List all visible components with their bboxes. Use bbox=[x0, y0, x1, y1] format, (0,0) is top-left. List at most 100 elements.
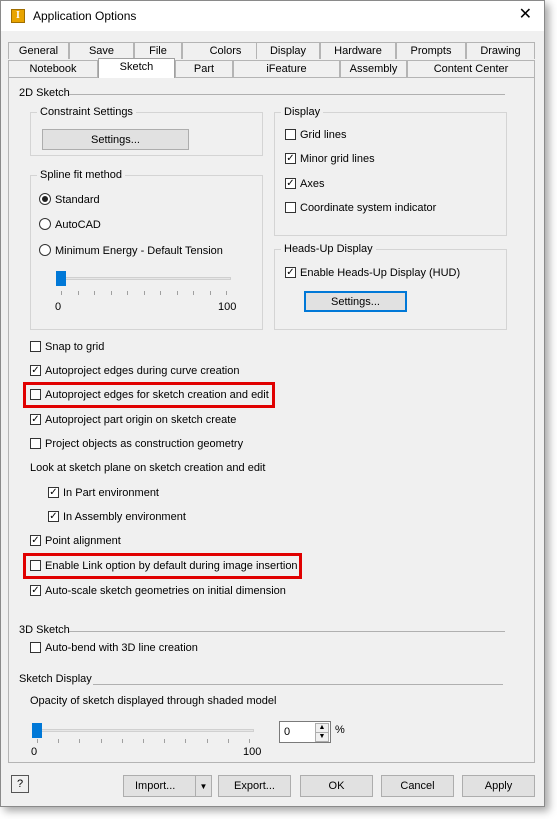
opacity-slider-track[interactable] bbox=[32, 729, 254, 732]
checkbox-icon: ✓ bbox=[30, 534, 41, 546]
look-at-label: Look at sketch plane on sketch creation … bbox=[30, 462, 266, 474]
cancel-button[interactable]: Cancel bbox=[381, 775, 454, 797]
section-3d-sketch: 3D Sketch bbox=[19, 624, 70, 636]
checkbox-label: Axes bbox=[300, 178, 325, 190]
tab-sketch[interactable]: Sketch bbox=[98, 58, 175, 78]
checkbox-point-alignment[interactable]: ✓ Point alignment bbox=[30, 534, 121, 549]
slider-tick bbox=[77, 291, 79, 295]
checkbox-icon: ✓ bbox=[48, 510, 59, 522]
title-bar: I Application Options ✕ bbox=[1, 1, 544, 31]
opacity-value[interactable]: 0 bbox=[284, 726, 290, 738]
checkbox-enable-hud[interactable]: ✓ Enable Heads-Up Display (HUD) bbox=[285, 266, 461, 281]
close-icon[interactable]: ✕ bbox=[519, 6, 532, 24]
checkbox-label: Auto-bend with 3D line creation bbox=[45, 642, 198, 654]
tab-save[interactable]: Save bbox=[69, 42, 134, 59]
checkbox-label: Enable Heads-Up Display (HUD) bbox=[300, 267, 461, 279]
help-icon[interactable]: ? bbox=[11, 775, 29, 793]
constraint-settings-button[interactable]: Settings... bbox=[42, 129, 189, 150]
slider-tick bbox=[176, 291, 178, 295]
checkbox-icon bbox=[285, 201, 296, 213]
tab-part[interactable]: Part bbox=[175, 60, 233, 77]
checkbox-icon bbox=[30, 388, 41, 400]
heads-up-display-title: Heads-Up Display bbox=[281, 243, 376, 255]
checkbox-in-part-environment[interactable]: ✓ In Part environment bbox=[48, 486, 159, 501]
tab-display[interactable]: Display bbox=[256, 42, 320, 59]
tension-slider-track[interactable] bbox=[56, 277, 231, 280]
slider-tick bbox=[209, 291, 211, 295]
checkbox-icon: ✓ bbox=[30, 364, 41, 376]
checkbox-autoproject-origin[interactable]: ✓ Autoproject part origin on sketch creat… bbox=[30, 413, 237, 428]
checkbox-label: In Part environment bbox=[63, 487, 159, 499]
slider-tick bbox=[121, 739, 123, 743]
checkbox-label: Point alignment bbox=[45, 535, 121, 547]
apply-button[interactable]: Apply bbox=[462, 775, 535, 797]
checkbox-enable-link-option[interactable]: Enable Link option by default during ima… bbox=[30, 559, 298, 574]
checkbox-in-assembly-environment[interactable]: ✓ In Assembly environment bbox=[48, 510, 186, 525]
opacity-slider-thumb[interactable] bbox=[32, 723, 42, 738]
checkbox-label: Coordinate system indicator bbox=[300, 202, 437, 214]
checkbox-label: Autoproject edges for sketch creation an… bbox=[45, 389, 269, 401]
export-button[interactable]: Export... bbox=[218, 775, 291, 797]
slider-tick bbox=[143, 291, 145, 295]
window-title: Application Options bbox=[33, 9, 137, 23]
radio-selected-icon bbox=[39, 193, 51, 206]
radio-standard[interactable]: Standard bbox=[39, 193, 100, 208]
checkbox-snap-to-grid[interactable]: Snap to grid bbox=[30, 340, 104, 355]
checkbox-autoproject-curve[interactable]: ✓ Autoproject edges during curve creation bbox=[30, 364, 239, 379]
slider-tick bbox=[206, 739, 208, 743]
checkbox-auto-scale[interactable]: ✓ Auto-scale sketch geometries on initial… bbox=[30, 584, 286, 599]
tab-notebook[interactable]: Notebook bbox=[8, 60, 98, 77]
import-dropdown-arrow-icon[interactable]: ▼ bbox=[195, 775, 212, 797]
slider-tick bbox=[227, 739, 229, 743]
checkbox-label: Project objects as construction geometry bbox=[45, 438, 244, 450]
tab-hardware[interactable]: Hardware bbox=[320, 42, 396, 59]
checkbox-icon: ✓ bbox=[285, 177, 296, 189]
tension-slider-thumb[interactable] bbox=[56, 271, 66, 286]
slider-tick bbox=[164, 739, 166, 743]
constraint-settings-title: Constraint Settings bbox=[37, 106, 136, 118]
inventor-app-icon: I bbox=[11, 9, 25, 23]
hud-settings-button[interactable]: Settings... bbox=[304, 291, 407, 312]
checkbox-icon bbox=[30, 437, 41, 449]
import-button[interactable]: Import... bbox=[123, 775, 196, 797]
application-options-dialog: I Application Options ✕ General Save Fil… bbox=[0, 0, 545, 807]
checkbox-icon: ✓ bbox=[285, 152, 296, 164]
checkbox-project-construction[interactable]: Project objects as construction geometry bbox=[30, 437, 244, 452]
tab-content-center[interactable]: Content Center bbox=[407, 60, 535, 77]
checkbox-label: Enable Link option by default during ima… bbox=[45, 560, 298, 572]
radio-unselected-icon bbox=[39, 218, 51, 231]
tab-general[interactable]: General bbox=[8, 42, 69, 59]
tab-assembly[interactable]: Assembly bbox=[340, 60, 407, 77]
checkbox-minor-grid-lines[interactable]: ✓ Minor grid lines bbox=[285, 152, 375, 167]
slider-tick bbox=[143, 739, 144, 743]
radio-minimum-energy[interactable]: Minimum Energy - Default Tension bbox=[39, 244, 223, 259]
spin-down-icon[interactable]: ▼ bbox=[315, 732, 329, 742]
slider-tick bbox=[110, 291, 112, 295]
checkbox-label: In Assembly environment bbox=[63, 511, 186, 523]
opacity-spinner[interactable]: 0 ▲ ▼ bbox=[279, 721, 331, 743]
radio-autocad[interactable]: AutoCAD bbox=[39, 218, 101, 233]
checkbox-auto-bend[interactable]: Auto-bend with 3D line creation bbox=[30, 641, 198, 656]
display-group-title: Display bbox=[281, 106, 324, 118]
checkbox-autoproject-sketch-edit[interactable]: Autoproject edges for sketch creation an… bbox=[30, 388, 269, 403]
checkbox-coordinate-system-indicator[interactable]: Coordinate system indicator bbox=[285, 201, 437, 216]
checkbox-label: Autoproject part origin on sketch create bbox=[45, 414, 237, 426]
tab-drawing[interactable]: Drawing bbox=[466, 42, 535, 59]
tab-file[interactable]: File bbox=[134, 42, 182, 59]
tab-prompts[interactable]: Prompts bbox=[396, 42, 466, 59]
tab-ifeature[interactable]: iFeature bbox=[233, 60, 340, 77]
opacity-max-label: 100 bbox=[243, 746, 262, 758]
slider-tick bbox=[94, 291, 95, 295]
separator bbox=[93, 684, 503, 685]
radio-standard-label: Standard bbox=[55, 194, 100, 206]
slider-tick bbox=[193, 291, 194, 295]
checkbox-icon: ✓ bbox=[48, 486, 59, 498]
radio-minimum-energy-label: Minimum Energy - Default Tension bbox=[55, 245, 223, 257]
checkbox-axes[interactable]: ✓ Axes bbox=[285, 177, 325, 192]
slider-tick bbox=[127, 291, 128, 295]
checkbox-label: Minor grid lines bbox=[300, 153, 375, 165]
checkbox-label: Grid lines bbox=[300, 129, 347, 141]
ok-button[interactable]: OK bbox=[300, 775, 373, 797]
checkbox-grid-lines[interactable]: Grid lines bbox=[285, 128, 347, 143]
separator bbox=[69, 631, 505, 632]
